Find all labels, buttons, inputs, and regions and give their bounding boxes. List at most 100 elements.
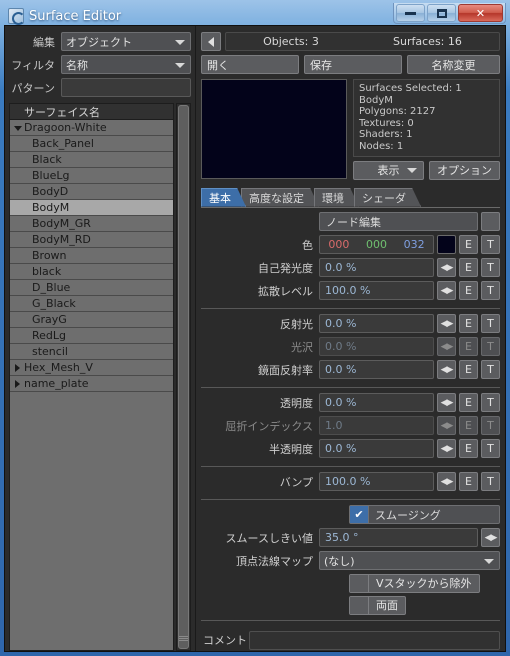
property-tabs: 基本 高度な設定 環境 シェーダ (201, 187, 500, 207)
param-texture-button[interactable]: T (481, 360, 500, 380)
pattern-input[interactable] (61, 78, 191, 97)
triangle-right-icon[interactable] (15, 379, 20, 388)
node-edit-toggle[interactable] (481, 212, 500, 232)
param-stepper[interactable]: ◀▶ (437, 337, 456, 357)
smooth-threshold-input[interactable]: 35.0 ° (319, 528, 478, 548)
rename-button[interactable]: 名称変更 (407, 55, 500, 74)
list-item[interactable]: Black (10, 152, 173, 168)
param-input[interactable]: 0.0 % (319, 314, 434, 334)
color-envelope-button[interactable]: E (459, 235, 478, 255)
param-texture-button[interactable]: T (481, 439, 500, 459)
checkbox-unchecked-icon[interactable] (350, 574, 369, 592)
param-envelope-button[interactable]: E (459, 337, 478, 357)
list-item-label: Back_Panel (32, 137, 94, 150)
tab-高度な設定[interactable]: 高度な設定 (241, 188, 319, 207)
list-item[interactable]: BodyM_RD (10, 232, 173, 248)
param-envelope-button[interactable]: E (459, 360, 478, 380)
edit-mode-dropdown[interactable]: オブジェクト (61, 32, 191, 51)
triangle-down-icon[interactable] (14, 125, 22, 131)
minimize-button[interactable] (396, 4, 425, 22)
list-item[interactable]: Brown (10, 248, 173, 264)
surface-list-scrollbar[interactable] (176, 103, 191, 651)
param-envelope-button[interactable]: E (459, 258, 478, 278)
checkbox-checked-icon[interactable]: ✔ (350, 506, 369, 524)
vertex-normal-dropdown[interactable]: (なし) (319, 551, 500, 571)
maximize-button[interactable] (427, 4, 456, 22)
param-input[interactable]: 0.0 % (319, 258, 434, 278)
tab-環境[interactable]: 環境 (314, 188, 359, 207)
display-dropdown[interactable]: 表示 (353, 160, 424, 180)
list-item[interactable]: D_Blue (10, 280, 173, 296)
list-item[interactable]: Back_Panel (10, 136, 173, 152)
counts-display: Objects: 3 Surfaces: 16 (225, 32, 500, 51)
param-input[interactable]: 100.0 % (319, 281, 434, 301)
param-stepper[interactable]: ◀▶ (437, 281, 456, 301)
list-item[interactable]: GrayG (10, 312, 173, 328)
open-button[interactable]: 開く (201, 55, 299, 74)
param-envelope-button[interactable]: E (459, 416, 478, 436)
tab-シェーダ[interactable]: シェーダ (354, 188, 421, 207)
smoothing-toggle[interactable]: ✔ スムージング (349, 505, 500, 525)
param-row: 半透明度 0.0 % ◀▶ E T (201, 439, 500, 459)
param-texture-button[interactable]: T (481, 258, 500, 278)
param-texture-button[interactable]: T (481, 281, 500, 301)
param-stepper[interactable]: ◀▶ (437, 258, 456, 278)
color-red-value[interactable]: 000 (320, 238, 358, 251)
surface-list[interactable]: Dragoon-White Back_Panel Black BlueLg BodyD B… (9, 120, 174, 651)
collapse-panel-button[interactable] (201, 32, 221, 51)
comment-input[interactable] (249, 630, 500, 650)
param-input[interactable]: 0.0 % (319, 337, 434, 357)
param-envelope-button[interactable]: E (459, 472, 478, 492)
param-stepper[interactable]: ◀▶ (437, 314, 456, 334)
surface-preview[interactable] (201, 79, 347, 179)
color-blue-value[interactable]: 032 (395, 238, 433, 251)
param-envelope-button[interactable]: E (459, 439, 478, 459)
param-input[interactable]: 0.0 % (319, 393, 434, 413)
list-item[interactable]: RedLg (10, 328, 173, 344)
color-texture-button[interactable]: T (481, 235, 500, 255)
param-envelope-button[interactable]: E (459, 314, 478, 334)
param-texture-button[interactable]: T (481, 337, 500, 357)
list-item[interactable]: Dragoon-White (10, 120, 173, 136)
param-input[interactable]: 1.0 (319, 416, 434, 436)
tab-基本[interactable]: 基本 (201, 188, 246, 207)
node-edit-button[interactable]: ノード編集 (319, 212, 478, 232)
color-green-value[interactable]: 000 (358, 238, 396, 251)
param-envelope-button[interactable]: E (459, 393, 478, 413)
save-button[interactable]: 保存 (304, 55, 402, 74)
scrollbar-thumb[interactable] (178, 105, 189, 649)
list-item[interactable]: BodyM (10, 200, 173, 216)
param-envelope-button[interactable]: E (459, 281, 478, 301)
close-button[interactable]: ✕ (458, 4, 503, 22)
list-item[interactable]: BlueLg (10, 168, 173, 184)
list-item[interactable]: Hex_Mesh_V (10, 360, 173, 376)
param-texture-button[interactable]: T (481, 472, 500, 492)
exclude-vstack-toggle[interactable]: Vスタックから除外 (349, 573, 480, 593)
param-input[interactable]: 0.0 % (319, 360, 434, 380)
double-sided-toggle[interactable]: 両面 (349, 595, 406, 615)
list-item-label: BodyM_RD (32, 233, 91, 246)
filter-dropdown[interactable]: 名称 (61, 55, 191, 74)
param-texture-button[interactable]: T (481, 416, 500, 436)
list-item[interactable]: G_Black (10, 296, 173, 312)
list-item[interactable]: name_plate (10, 376, 173, 392)
color-value-field[interactable]: 000 000 032 (319, 235, 434, 255)
options-button[interactable]: オプション (429, 160, 500, 180)
param-input[interactable]: 0.0 % (319, 439, 434, 459)
param-stepper[interactable]: ◀▶ (437, 393, 456, 413)
list-item[interactable]: stencil (10, 344, 173, 360)
param-texture-button[interactable]: T (481, 393, 500, 413)
param-stepper[interactable]: ◀▶ (437, 360, 456, 380)
param-stepper[interactable]: ◀▶ (437, 472, 456, 492)
color-swatch[interactable] (437, 235, 456, 255)
triangle-right-icon[interactable] (15, 363, 20, 372)
smooth-threshold-stepper[interactable]: ◀▶ (481, 528, 500, 548)
checkbox-unchecked-icon[interactable] (350, 596, 369, 614)
list-item[interactable]: black (10, 264, 173, 280)
param-texture-button[interactable]: T (481, 314, 500, 334)
param-stepper[interactable]: ◀▶ (437, 439, 456, 459)
list-item[interactable]: BodyM_GR (10, 216, 173, 232)
param-input[interactable]: 100.0 % (319, 472, 434, 492)
list-item[interactable]: BodyD (10, 184, 173, 200)
param-stepper[interactable]: ◀▶ (437, 416, 456, 436)
